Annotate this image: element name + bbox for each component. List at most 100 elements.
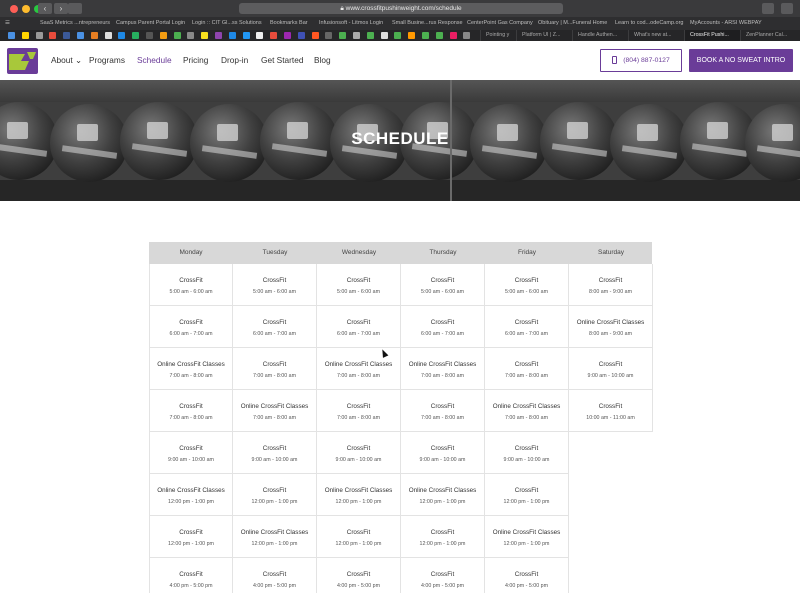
browser-tab-active[interactable]: CrossFit Pushi... [684,30,740,41]
class-slot[interactable]: Online CrossFit Classes 7:00 am - 8:00 am [149,348,233,390]
class-slot[interactable]: CrossFit 9:00 am - 10:00 am [401,432,485,474]
favicon-icon[interactable] [201,32,209,39]
favicon-icon[interactable] [284,32,291,39]
class-slot[interactable]: CrossFit 7:00 am - 8:00 am [233,348,317,390]
favicon-icon[interactable] [422,32,429,39]
class-slot[interactable]: CrossFit 6:00 am - 7:00 am [317,306,401,348]
favicon-icon[interactable] [353,32,360,39]
class-slot[interactable]: CrossFit 12:00 pm - 1:00 pm [149,516,233,558]
bookmark-item[interactable]: Small Busine...rus Response [392,19,463,28]
favicon-icon[interactable] [173,32,181,39]
class-slot[interactable]: CrossFit 12:00 pm - 1:00 pm [233,474,317,516]
favicon-icon[interactable] [394,32,402,39]
class-slot[interactable]: CrossFit 5:00 am - 6:00 am [149,264,233,306]
favicon-icon[interactable] [63,32,71,39]
class-slot[interactable]: CrossFit 10:00 am - 11:00 am [569,390,653,432]
class-slot[interactable]: Online CrossFit Classes 12:00 pm - 1:00 p… [317,474,401,516]
class-slot[interactable]: Online CrossFit Classes 7:00 am - 8:00 am [233,390,317,432]
sidebar-toggle-icon[interactable] [68,3,82,14]
browser-tab[interactable]: ZenPlanner Cal... [740,30,800,41]
bookmark-item[interactable]: Campus Parent Portal Login [116,19,185,28]
class-slot[interactable]: CrossFit 8:00 am - 9:00 am [569,264,653,306]
favicon-icon[interactable] [49,32,57,39]
favicon-icon[interactable] [228,32,236,39]
class-slot[interactable]: Online CrossFit Classes 12:00 pm - 1:00 p… [233,516,317,558]
class-slot[interactable]: CrossFit 5:00 am - 6:00 am [317,264,401,306]
nav-pricing[interactable]: Pricing [183,55,208,66]
favicon-icon[interactable] [380,32,388,39]
phone-button[interactable]: (804) 887-0127 [600,49,682,72]
favicon-icon[interactable] [35,32,43,39]
class-slot[interactable]: CrossFit 6:00 am - 7:00 am [149,306,233,348]
class-slot[interactable]: CrossFit 12:00 pm - 1:00 pm [485,474,569,516]
class-slot[interactable]: CrossFit 7:00 am - 8:00 am [317,390,401,432]
class-slot[interactable]: CrossFit 7:00 am - 8:00 am [149,390,233,432]
class-slot[interactable]: CrossFit 9:00 am - 10:00 am [569,348,653,390]
class-slot[interactable]: Online CrossFit Classes 7:00 am - 8:00 am [485,390,569,432]
class-slot[interactable]: CrossFit 9:00 am - 10:00 am [485,432,569,474]
class-slot[interactable]: CrossFit 12:00 pm - 1:00 pm [401,516,485,558]
class-slot[interactable]: CrossFit 6:00 am - 7:00 am [485,306,569,348]
class-slot[interactable]: CrossFit 5:00 am - 6:00 am [401,264,485,306]
class-slot[interactable]: Online CrossFit Classes 12:00 pm - 1:00 p… [401,474,485,516]
class-slot[interactable]: CrossFit 4:00 pm - 5:00 pm [485,558,569,593]
favicon-icon[interactable] [146,32,153,39]
class-slot[interactable]: CrossFit 7:00 am - 8:00 am [401,390,485,432]
favicon-icon[interactable] [90,32,98,39]
bookmark-item[interactable]: Obituary | M...Funeral Home [538,19,607,28]
favicon-icon[interactable] [242,32,250,39]
browser-tab[interactable]: What's new at... [628,30,684,41]
favicon-icon[interactable] [435,32,443,39]
class-slot[interactable]: Online CrossFit Classes 12:00 pm - 1:00 p… [149,474,233,516]
nav-blog[interactable]: Blog [314,55,331,66]
bookmark-item[interactable]: Bookmarks Bar [270,19,308,28]
favicon-icon[interactable] [311,32,319,39]
favicon-icon[interactable] [297,32,305,39]
favicon-icon[interactable] [325,32,333,39]
class-slot[interactable]: CrossFit 9:00 am - 10:00 am [233,432,317,474]
favicon-icon[interactable] [77,32,84,39]
class-slot[interactable]: CrossFit 5:00 am - 6:00 am [485,264,569,306]
bookmark-item[interactable]: MyAccounts - ARSI WEBPAY [690,19,762,28]
new-tab-icon[interactable] [781,3,793,14]
favicon-icon[interactable] [463,32,471,39]
favicon-icon[interactable] [339,32,347,39]
minimize-window-button[interactable] [22,5,30,13]
favicon-icon[interactable] [118,32,126,39]
class-slot[interactable]: CrossFit 4:00 pm - 5:00 pm [233,558,317,593]
bookmark-item[interactable]: Learn to cod...odeCamp.org [615,19,684,28]
favicon-icon[interactable] [270,32,278,39]
class-slot[interactable]: CrossFit 4:00 pm - 5:00 pm [149,558,233,593]
favicon-icon[interactable] [449,32,457,39]
bookmark-item[interactable]: CenterPoint Gas Company [467,19,533,28]
browser-tab[interactable]: Handle Authen... [572,30,628,41]
class-slot[interactable]: Online CrossFit Classes 8:00 am - 9:00 am [569,306,653,348]
browser-tab[interactable]: Platform UI | Z... [516,30,572,41]
bookmark-item[interactable]: Infusionsoft - Litmos Login [319,19,383,28]
nav-about[interactable]: About ⌄ [51,55,82,66]
favicon-icon[interactable] [132,32,140,39]
back-icon[interactable]: ‹ [38,3,52,14]
class-slot[interactable]: CrossFit 9:00 am - 10:00 am [149,432,233,474]
bookmark-item[interactable]: Login :: CIT Gl...ss Solutions [192,19,262,28]
forward-icon[interactable]: › [54,3,68,14]
favicon-icon[interactable] [8,32,15,39]
favicon-icon[interactable] [215,32,222,39]
close-window-button[interactable] [10,5,18,13]
favicon-icon[interactable] [104,32,112,39]
favicon-icon[interactable] [408,32,416,39]
favicon-icon[interactable] [366,32,374,39]
bookmark-item[interactable]: SaaS Metrics ...ntrepreneurs [40,19,110,28]
nav-dropin[interactable]: Drop-in [221,55,248,66]
class-slot[interactable]: Online CrossFit Classes 7:00 am - 8:00 am [401,348,485,390]
class-slot[interactable]: Online CrossFit Classes 12:00 pm - 1:00 p… [485,516,569,558]
favicon-icon[interactable] [159,32,167,39]
class-slot[interactable]: CrossFit 7:00 am - 8:00 am [485,348,569,390]
share-icon[interactable] [762,3,774,14]
favicon-icon[interactable] [21,32,29,39]
class-slot[interactable]: CrossFit 12:00 pm - 1:00 pm [317,516,401,558]
browser-tab[interactable]: Pointing y [480,30,516,41]
nav-get-started[interactable]: Get Started [261,55,303,66]
class-slot[interactable]: CrossFit 4:00 pm - 5:00 pm [401,558,485,593]
class-slot[interactable]: Online CrossFit Classes 7:00 am - 8:00 am [317,348,401,390]
